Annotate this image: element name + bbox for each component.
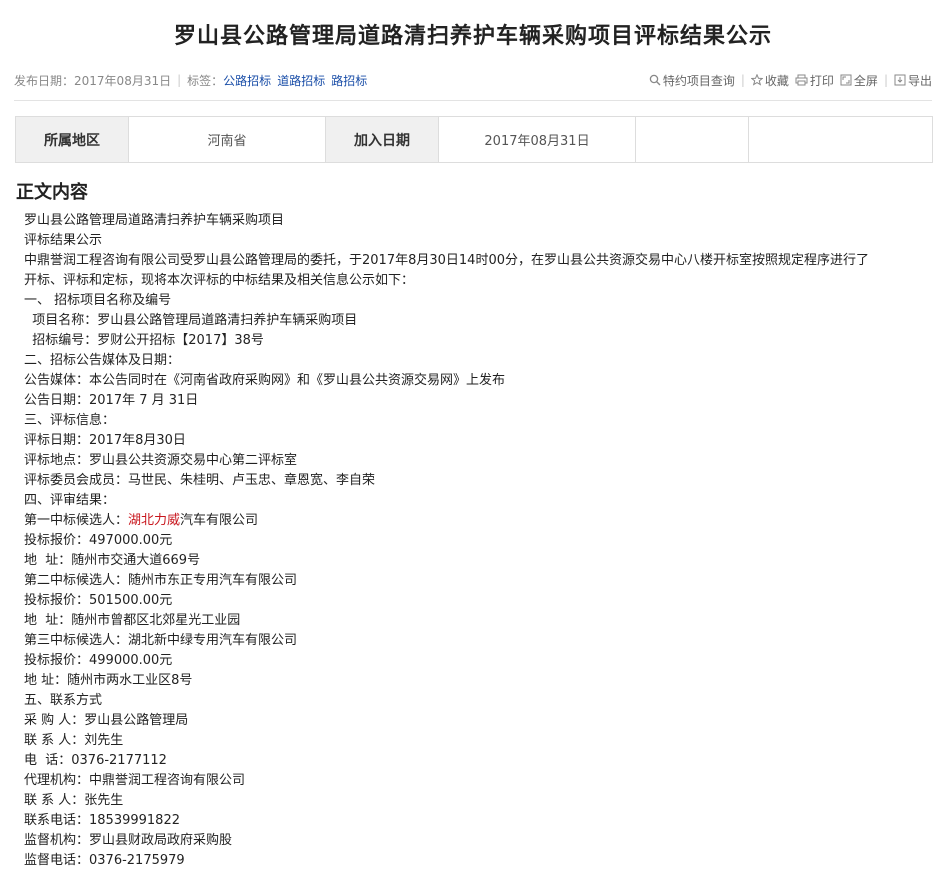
text-line: 地 址：随州市曾都区北郊星光工业园 (24, 613, 241, 628)
text-line: 投标报价：497000.00元 (24, 533, 173, 548)
text-line: 联系电话：18539991822 (24, 813, 180, 828)
printer-icon (795, 74, 808, 86)
tag-link-road-bid[interactable]: 公路招标 (223, 72, 271, 89)
info-table: 所属地区 河南省 加入日期 2017年08月31日 (15, 116, 933, 163)
header-divider (14, 100, 932, 101)
empty-cell (635, 116, 749, 163)
text-line: 评标日期：2017年8月30日 (24, 433, 186, 448)
text-line: 监督电话：0376-2175979 (24, 853, 185, 868)
first-candidate-line: 第一中标候选人：湖北力威汽车有限公司 (24, 513, 259, 528)
divider: | (177, 73, 182, 87)
tag-link-street-bid[interactable]: 道路招标 (277, 72, 325, 89)
text-line: 四、评审结果： (24, 493, 116, 508)
text-line: 招标编号：罗财公开招标【2017】38号 (24, 333, 264, 348)
text-line: 联 系 人：张先生 (24, 793, 124, 808)
text-line: 地 址：随州市两水工业区8号 (24, 673, 193, 688)
publish-date: 2017年08月31日 (74, 73, 172, 88)
divider: | (740, 73, 745, 87)
page-title: 罗山县公路管理局道路清扫养护车辆采购项目评标结果公示 (173, 23, 772, 49)
search-icon (649, 74, 661, 86)
star-icon (750, 74, 763, 86)
tags-label: 标签： (187, 73, 224, 88)
tag-link-route-bid[interactable]: 路招标 (331, 72, 367, 89)
meta-bar: 发布日期： 2017年08月31日 | 标签： 公路招标 道路招标 路招标 特约… (14, 70, 932, 90)
export-button[interactable]: 导出 (894, 72, 932, 89)
text-line: 开标、评标和定标，现将本次评标的中标结果及相关信息公示如下： (24, 273, 415, 288)
text-line: 采 购 人：罗山县公路管理局 (24, 713, 189, 728)
text-line: 评标结果公示 (24, 233, 103, 248)
text-line: 监督机构：罗山县财政局政府采购股 (24, 833, 233, 848)
text-line: 联 系 人：刘先生 (24, 733, 124, 748)
text-line: 地 址：随州市交通大道669号 (24, 553, 201, 568)
text-line: 二、招标公告媒体及日期： (24, 353, 181, 368)
fullscreen-button[interactable]: 全屏 (840, 72, 878, 89)
text-line: 投标报价：501500.00元 (24, 593, 173, 608)
text-line: 三、评标信息： (24, 413, 116, 428)
text-line: 评标地点：罗山县公共资源交易中心第二评标室 (24, 453, 298, 468)
text-line: 第三中标候选人：湖北新中绿专用汽车有限公司 (24, 633, 298, 648)
text-line: 公告媒体：本公告同时在《河南省政府采购网》和《罗山县公共资源交易网》上发布 (24, 373, 506, 388)
fullscreen-icon (840, 74, 852, 86)
text-line: 电 话：0376-2177112 (24, 753, 167, 768)
text-line: 评标委员会成员：马世民、朱桂明、卢玉忠、章恩宽、李自荣 (24, 473, 376, 488)
text-line: 投标报价：499000.00元 (24, 653, 173, 668)
region-label: 所属地区 (15, 116, 129, 163)
article-body: 罗山县公路管理局道路清扫养护车辆采购项目 评标结果公示 中鼎誉润工程咨询有限公司… (24, 211, 924, 871)
date-value: 2017年08月31日 (438, 116, 636, 163)
project-query-button[interactable]: 特约项目查询 (649, 72, 735, 89)
favorite-button[interactable]: 收藏 (750, 72, 789, 89)
text-line: 中鼎誉润工程咨询有限公司受罗山县公路管理局的委托，于2017年8月30日14时0… (24, 253, 869, 268)
text-line: 一、 招标项目名称及编号 (24, 293, 172, 308)
text-line: 项目名称：罗山县公路管理局道路清扫养护车辆采购项目 (24, 313, 358, 328)
toolbar: 特约项目查询 | 收藏 打印 全屏 | 导出 (649, 72, 932, 89)
text-line: 第二中标候选人：随州市东正专用汽车有限公司 (24, 573, 298, 588)
text-line: 五、联系方式 (24, 693, 103, 708)
text-line: 代理机构：中鼎誉润工程咨询有限公司 (24, 773, 246, 788)
divider: | (883, 73, 888, 87)
highlighted-company: 湖北力威 (128, 513, 181, 528)
empty-cell (748, 116, 933, 163)
text-line: 公告日期：2017年 7 月 31日 (24, 393, 199, 408)
region-value: 河南省 (128, 116, 326, 163)
date-label: 加入日期 (325, 116, 439, 163)
section-title: 正文内容 (16, 182, 88, 203)
text-line: 罗山县公路管理局道路清扫养护车辆采购项目 (24, 213, 285, 228)
publish-label: 发布日期： (14, 73, 75, 88)
export-icon (894, 74, 906, 86)
print-button[interactable]: 打印 (795, 72, 834, 89)
